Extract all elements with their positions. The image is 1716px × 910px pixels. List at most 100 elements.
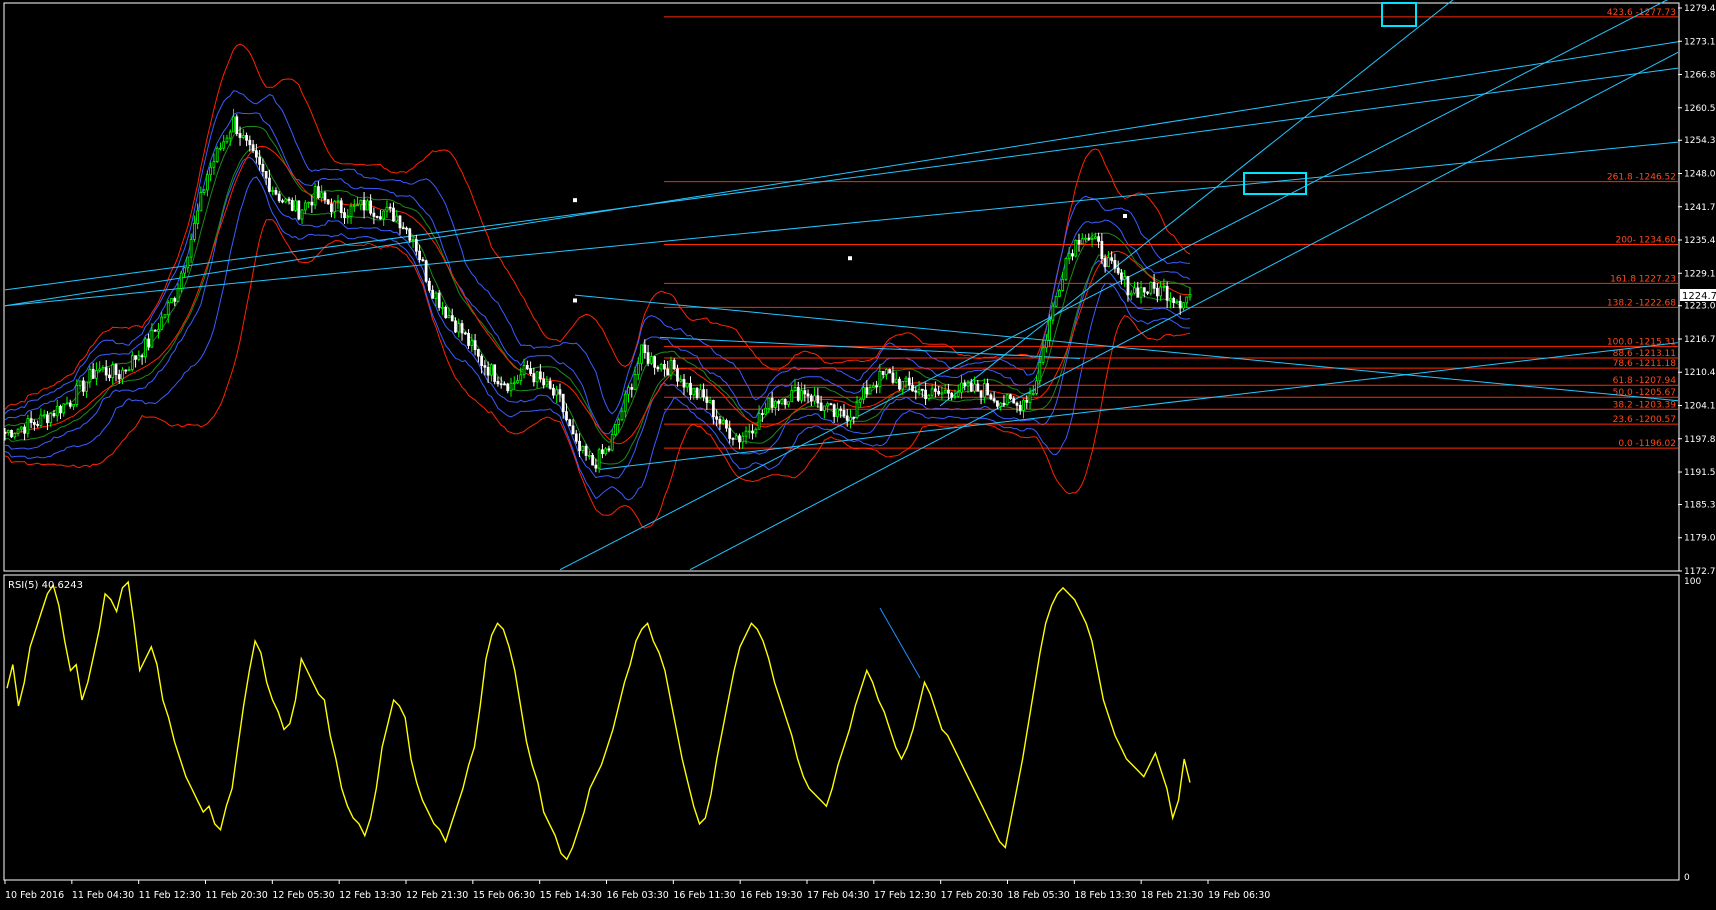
candle-body bbox=[542, 378, 546, 386]
candle-body bbox=[751, 430, 754, 434]
candle-body bbox=[633, 374, 637, 390]
candle-body bbox=[865, 387, 869, 395]
candle-body bbox=[490, 364, 493, 376]
candle-body bbox=[111, 364, 115, 379]
candle-body bbox=[1146, 291, 1149, 294]
candle-body bbox=[1120, 272, 1123, 280]
price-tick-label: 1210.40 bbox=[1684, 368, 1716, 378]
candle-body bbox=[1087, 237, 1091, 240]
candle-body bbox=[764, 407, 767, 415]
candle-body bbox=[81, 380, 85, 392]
candle-body bbox=[656, 366, 660, 370]
candle-body bbox=[506, 383, 510, 392]
candle-body bbox=[29, 418, 33, 423]
candle-body bbox=[839, 408, 843, 411]
candle-body bbox=[986, 383, 989, 396]
candle-body bbox=[13, 433, 17, 438]
candle-body bbox=[911, 384, 914, 392]
candle-body bbox=[431, 289, 435, 299]
candle-body bbox=[1152, 281, 1156, 289]
candle-body bbox=[943, 390, 947, 394]
candle-body bbox=[992, 398, 996, 402]
candle-body bbox=[248, 139, 252, 146]
candle-body bbox=[760, 413, 764, 415]
candle-body bbox=[653, 356, 657, 368]
candle-body bbox=[336, 200, 340, 203]
candle-body bbox=[36, 424, 40, 426]
candle-body bbox=[509, 382, 513, 392]
candle-body bbox=[150, 329, 154, 348]
candle-body bbox=[379, 216, 382, 220]
candle-body bbox=[555, 389, 559, 396]
candle-body bbox=[594, 464, 598, 469]
candle-body bbox=[176, 288, 180, 302]
candle-body bbox=[689, 382, 692, 396]
candle-body bbox=[202, 189, 206, 193]
candle-body bbox=[907, 377, 911, 386]
time-tick-label: 12 Feb 13:30 bbox=[339, 890, 401, 901]
candle-body bbox=[196, 210, 199, 224]
candle-body bbox=[454, 320, 457, 333]
candle-body bbox=[1048, 319, 1052, 341]
candle-body bbox=[855, 401, 859, 418]
candle-body bbox=[186, 256, 190, 269]
candle-body bbox=[672, 359, 676, 370]
candle-body bbox=[349, 205, 353, 217]
candle-body bbox=[326, 199, 330, 205]
candle-body bbox=[538, 371, 542, 380]
candle-body bbox=[16, 428, 20, 434]
trend-anchor bbox=[1123, 213, 1127, 218]
candle-body bbox=[904, 377, 908, 382]
price-tick-label: 1273.10 bbox=[1684, 37, 1716, 47]
candle-body bbox=[774, 400, 777, 408]
candle-body bbox=[646, 352, 650, 364]
candle-body bbox=[460, 323, 464, 334]
trend-anchor bbox=[573, 198, 577, 203]
candle-body bbox=[199, 192, 203, 212]
candle-body bbox=[284, 198, 288, 203]
background bbox=[0, 0, 1716, 906]
candle-body bbox=[134, 355, 137, 360]
price-tick-label: 1266.80 bbox=[1684, 71, 1716, 81]
candle-body bbox=[108, 374, 111, 379]
candle-body bbox=[529, 368, 532, 374]
current-price-tag: 1224.70 bbox=[1682, 291, 1716, 302]
candle-body bbox=[738, 435, 741, 443]
candle-body bbox=[996, 400, 999, 407]
candle-body bbox=[46, 414, 49, 424]
candle-body bbox=[960, 382, 963, 393]
candle-body bbox=[297, 200, 301, 220]
candle-body bbox=[88, 368, 92, 383]
candle-body bbox=[95, 370, 98, 379]
candle-body bbox=[698, 389, 702, 399]
candle-body bbox=[1178, 300, 1182, 309]
candle-body bbox=[1041, 347, 1045, 363]
candle-body bbox=[519, 374, 523, 382]
time-tick-label: 19 Feb 06:30 bbox=[1208, 890, 1270, 901]
candle-body bbox=[52, 413, 56, 417]
candle-body bbox=[973, 383, 976, 392]
price-tick-label: 1223.00 bbox=[1684, 302, 1716, 312]
candle-body bbox=[228, 131, 232, 139]
time-tick-label: 17 Feb 04:30 bbox=[807, 890, 869, 901]
candle-body bbox=[424, 260, 428, 282]
candle-body bbox=[1100, 240, 1104, 259]
candle-body bbox=[640, 344, 643, 364]
candle-body bbox=[581, 445, 585, 452]
fib-label: 100.0 -1215.31 bbox=[1607, 337, 1676, 347]
price-tick-label: 1241.75 bbox=[1684, 203, 1716, 213]
candle-body bbox=[1064, 258, 1068, 280]
candle-body bbox=[414, 239, 418, 252]
candle-body bbox=[976, 383, 980, 392]
candle-body bbox=[320, 192, 324, 199]
price-tick-label: 1172.75 bbox=[1684, 567, 1716, 577]
candle-body bbox=[885, 369, 888, 375]
candle-body bbox=[65, 402, 69, 405]
candle-body bbox=[927, 394, 931, 400]
candle-body bbox=[157, 328, 160, 332]
candle-body bbox=[294, 200, 297, 211]
candle-body bbox=[91, 368, 95, 379]
candle-body bbox=[845, 415, 849, 421]
fib-label: 61.8 -1207.94 bbox=[1613, 376, 1677, 386]
candle-body bbox=[571, 425, 575, 435]
